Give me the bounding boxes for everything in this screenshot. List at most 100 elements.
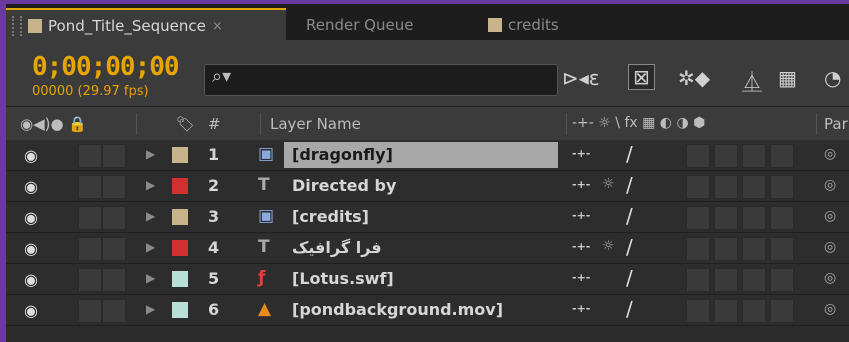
graph-editor-icon[interactable]: ◔: [824, 66, 841, 90]
quality-switch-icon[interactable]: /: [626, 173, 633, 197]
effect-switch-box[interactable]: [770, 175, 794, 199]
parent-pickwhip-icon[interactable]: ◎: [824, 301, 836, 317]
number-column-header[interactable]: #: [208, 115, 221, 133]
parent-pickwhip-icon[interactable]: ◎: [824, 146, 836, 162]
layer-row[interactable]: ◉ ▶ 3 ▣ [credits] -+- / ◎: [6, 202, 849, 233]
layer-name[interactable]: [Lotus.swf]: [292, 269, 394, 288]
visibility-eye-icon[interactable]: ◉: [24, 301, 38, 320]
solo-toggle-box[interactable]: [102, 268, 126, 292]
layer-name[interactable]: [pondbackground.mov]: [292, 300, 503, 319]
expand-triangle-icon[interactable]: ▶: [146, 302, 155, 316]
layer-name[interactable]: Directed by: [292, 176, 396, 195]
effect-switch-box[interactable]: [770, 237, 794, 261]
tab-credits[interactable]: credits: [488, 10, 559, 40]
quality-switch-icon[interactable]: /: [626, 142, 633, 166]
effect-switch-box[interactable]: [686, 206, 710, 230]
effect-switch-box[interactable]: [770, 299, 794, 323]
label-color-swatch[interactable]: [172, 147, 188, 163]
tab-render-queue[interactable]: Render Queue: [306, 10, 413, 40]
label-color-swatch[interactable]: [172, 271, 188, 287]
effect-switch-box[interactable]: [770, 268, 794, 292]
solo-toggle-box[interactable]: [102, 299, 126, 323]
av-features-icon[interactable]: ◉◀)● 🔒: [20, 115, 87, 133]
effect-switch-box[interactable]: [686, 268, 710, 292]
effect-switch-box[interactable]: [686, 175, 710, 199]
visibility-eye-icon[interactable]: ◉: [24, 146, 38, 165]
effect-switch-box[interactable]: [686, 237, 710, 261]
audio-toggle-box[interactable]: [78, 144, 102, 168]
effect-switch-box[interactable]: [714, 175, 738, 199]
parent-pickwhip-icon[interactable]: ◎: [824, 239, 836, 255]
quality-switch-icon[interactable]: /: [626, 204, 633, 228]
shy-switch-icon[interactable]: -+-: [572, 271, 590, 284]
audio-toggle-box[interactable]: [78, 237, 102, 261]
layer-name[interactable]: [credits]: [292, 207, 369, 226]
solo-toggle-box[interactable]: [102, 206, 126, 230]
switches-column-header[interactable]: -+- ☼ \ fx ▦ ◐ ◑ ⬢: [572, 115, 705, 131]
shy-switch-icon[interactable]: -+-: [572, 178, 590, 191]
expand-triangle-icon[interactable]: ▶: [146, 271, 155, 285]
quality-switch-icon[interactable]: /: [626, 235, 633, 259]
expand-triangle-icon[interactable]: ▶: [146, 178, 155, 192]
effect-switch-box[interactable]: [686, 299, 710, 323]
effect-switch-box[interactable]: [714, 206, 738, 230]
label-color-swatch[interactable]: [172, 240, 188, 256]
layer-name[interactable]: [dragonfly]: [292, 145, 393, 164]
effect-switch-box[interactable]: [770, 206, 794, 230]
effect-switch-box[interactable]: [742, 144, 766, 168]
label-column-icon[interactable]: 🏷: [176, 115, 195, 133]
tab-pond-title-sequence[interactable]: Pond_Title_Sequence ×: [6, 8, 286, 42]
expand-triangle-icon[interactable]: ▶: [146, 240, 155, 254]
draft-3d-icon[interactable]: ⊠: [628, 64, 655, 90]
shy-switch-icon[interactable]: -+-: [572, 302, 590, 315]
solo-toggle-box[interactable]: [102, 175, 126, 199]
frame-blending-icon[interactable]: ⏅: [742, 66, 762, 95]
layer-row[interactable]: ◉ ▶ 5 ƒ [Lotus.swf] -+- / ◎: [6, 264, 849, 295]
layer-row[interactable]: ◉ ▶ 6 ▲ [pondbackground.mov] -+- / ◎: [6, 295, 849, 326]
effect-switch-box[interactable]: [770, 144, 794, 168]
composition-mini-flowchart-icon[interactable]: ⊳◂ɛ: [562, 66, 600, 90]
layer-row[interactable]: ◉ ▶ 2 T Directed by -+- ☼ / ◎: [6, 171, 849, 202]
shy-switch-icon[interactable]: -+-: [572, 147, 590, 160]
panel-grip-icon[interactable]: [12, 16, 22, 36]
parent-pickwhip-icon[interactable]: ◎: [824, 270, 836, 286]
effect-switch-box[interactable]: [714, 299, 738, 323]
parent-pickwhip-icon[interactable]: ◎: [824, 208, 836, 224]
motion-blur-icon[interactable]: ▦: [778, 66, 797, 90]
audio-toggle-box[interactable]: [78, 299, 102, 323]
parent-pickwhip-icon[interactable]: ◎: [824, 177, 836, 193]
effect-switch-box[interactable]: [742, 268, 766, 292]
collapse-transformations-icon[interactable]: ☼: [602, 238, 615, 254]
visibility-eye-icon[interactable]: ◉: [24, 177, 38, 196]
effect-switch-box[interactable]: [742, 299, 766, 323]
solo-toggle-box[interactable]: [102, 237, 126, 261]
effect-switch-box[interactable]: [714, 144, 738, 168]
expand-triangle-icon[interactable]: ▶: [146, 147, 155, 161]
shy-switch-icon[interactable]: -+-: [572, 209, 590, 222]
quality-switch-icon[interactable]: /: [626, 297, 633, 321]
visibility-eye-icon[interactable]: ◉: [24, 270, 38, 289]
effect-switch-box[interactable]: [714, 237, 738, 261]
expand-triangle-icon[interactable]: ▶: [146, 209, 155, 223]
layer-row[interactable]: ◉ ▶ 1 ▣ [dragonfly] -+- / ◎: [6, 140, 849, 171]
audio-toggle-box[interactable]: [78, 206, 102, 230]
visibility-eye-icon[interactable]: ◉: [24, 239, 38, 258]
visibility-eye-icon[interactable]: ◉: [24, 208, 38, 227]
layer-name[interactable]: فرا گرافیک: [292, 238, 382, 257]
parent-column-header[interactable]: Par: [824, 115, 848, 133]
close-icon[interactable]: ×: [212, 19, 223, 34]
effect-switch-box[interactable]: [742, 206, 766, 230]
effect-switch-box[interactable]: [686, 144, 710, 168]
hide-shy-layers-icon[interactable]: ✲◆: [678, 66, 710, 90]
label-color-swatch[interactable]: [172, 178, 188, 194]
effect-switch-box[interactable]: [742, 237, 766, 261]
audio-toggle-box[interactable]: [78, 268, 102, 292]
layer-name-column-header[interactable]: Layer Name: [270, 115, 361, 133]
effect-switch-box[interactable]: [742, 175, 766, 199]
label-color-swatch[interactable]: [172, 302, 188, 318]
audio-toggle-box[interactable]: [78, 175, 102, 199]
current-time-display[interactable]: 0;00;00;00: [32, 52, 180, 82]
layer-row[interactable]: ◉ ▶ 4 T فرا گرافیک -+- ☼ / ◎: [6, 233, 849, 264]
effect-switch-box[interactable]: [714, 268, 738, 292]
quality-switch-icon[interactable]: /: [626, 266, 633, 290]
